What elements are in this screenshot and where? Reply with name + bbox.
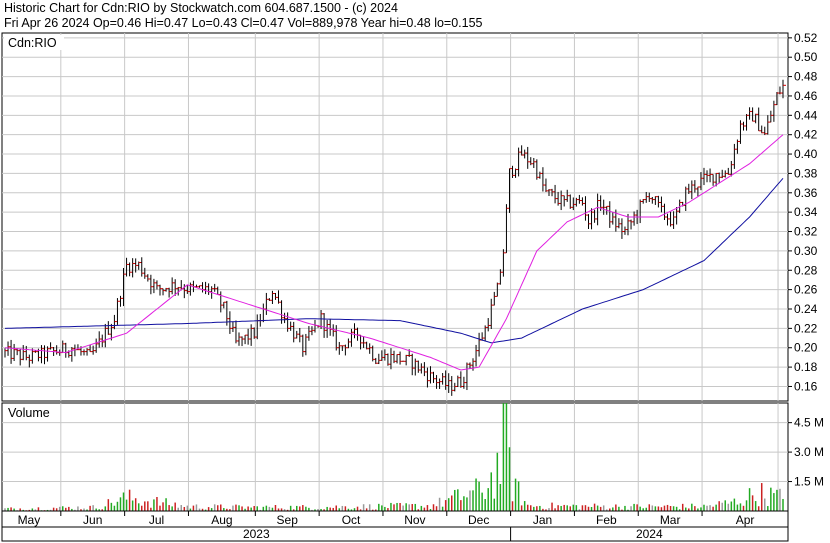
y-tick-label: 0.42 <box>794 128 818 142</box>
y-tick-label: 0.40 <box>794 147 818 161</box>
y-tick-label: 0.48 <box>794 70 818 84</box>
month-label: Apr <box>736 513 755 527</box>
month-label: Feb <box>596 513 617 527</box>
y-tick-label: 0.34 <box>794 205 818 219</box>
y-tick-label: 0.28 <box>794 263 818 277</box>
y-tick-label: 0.52 <box>794 31 818 45</box>
symbol-label: Cdn:RIO <box>8 36 57 50</box>
year-label: 2024 <box>636 527 663 541</box>
volume-y-axis: 4.5 M 3.0 M 1.5 M <box>788 416 824 489</box>
y-tick-label: 0.38 <box>794 166 818 180</box>
volume-panel: Volume 4.5 M 3.0 M 1.5 M <box>1 402 824 512</box>
month-label: May <box>18 513 41 527</box>
y-tick-label: 0.26 <box>794 283 818 297</box>
y-tick-label: 0.16 <box>794 379 818 393</box>
x-axis: May Jun Jul Aug Sep Oct Nov Dec Jan Feb Mar Apr 202… <box>1 510 789 542</box>
volume-label: Volume <box>8 406 50 420</box>
y-tick-label: 0.18 <box>794 360 818 374</box>
stock-chart: Historic Chart for Cdn:RIO by Stockwatch… <box>1 1 824 542</box>
price-y-axis: 0.52 0.50 0.48 0.46 0.44 0.42 0.40 0.38 0.36 0.34… <box>788 31 818 393</box>
y-tick-label: 0.32 <box>794 225 818 239</box>
month-label: Jun <box>83 513 102 527</box>
y-tick-label: 0.24 <box>794 302 818 316</box>
price-panel: Cdn:RIO 0.52 0.50 0.48 0.46 0.44 0.42 0.40 0.38… <box>1 31 818 402</box>
y-tick-label: 0.30 <box>794 244 818 258</box>
y-tick-label: 4.5 M <box>794 416 824 430</box>
y-tick-label: 0.22 <box>794 321 818 335</box>
month-label: Mar <box>660 513 681 527</box>
y-tick-label: 0.46 <box>794 89 818 103</box>
month-label: Oct <box>342 513 361 527</box>
chart-header-line2: Fri Apr 26 2024 Op=0.46 Hi=0.47 Lo=0.43 … <box>4 16 483 30</box>
month-label: Aug <box>211 513 232 527</box>
y-tick-label: 0.50 <box>794 50 818 64</box>
y-tick-label: 0.20 <box>794 341 818 355</box>
month-label: Dec <box>468 513 489 527</box>
volume-panel-frame <box>1 402 789 512</box>
chart-header-line1: Historic Chart for Cdn:RIO by Stockwatch… <box>4 1 398 15</box>
month-label: Sep <box>277 513 299 527</box>
y-tick-label: 3.0 M <box>794 445 824 459</box>
y-tick-label: 0.44 <box>794 108 818 122</box>
month-label: Jul <box>149 513 164 527</box>
year-label: 2023 <box>243 527 270 541</box>
year-row-frame <box>1 526 789 542</box>
y-tick-label: 1.5 M <box>794 475 824 489</box>
month-label: Jan <box>533 513 552 527</box>
month-label: Nov <box>404 513 425 527</box>
y-tick-label: 0.36 <box>794 186 818 200</box>
